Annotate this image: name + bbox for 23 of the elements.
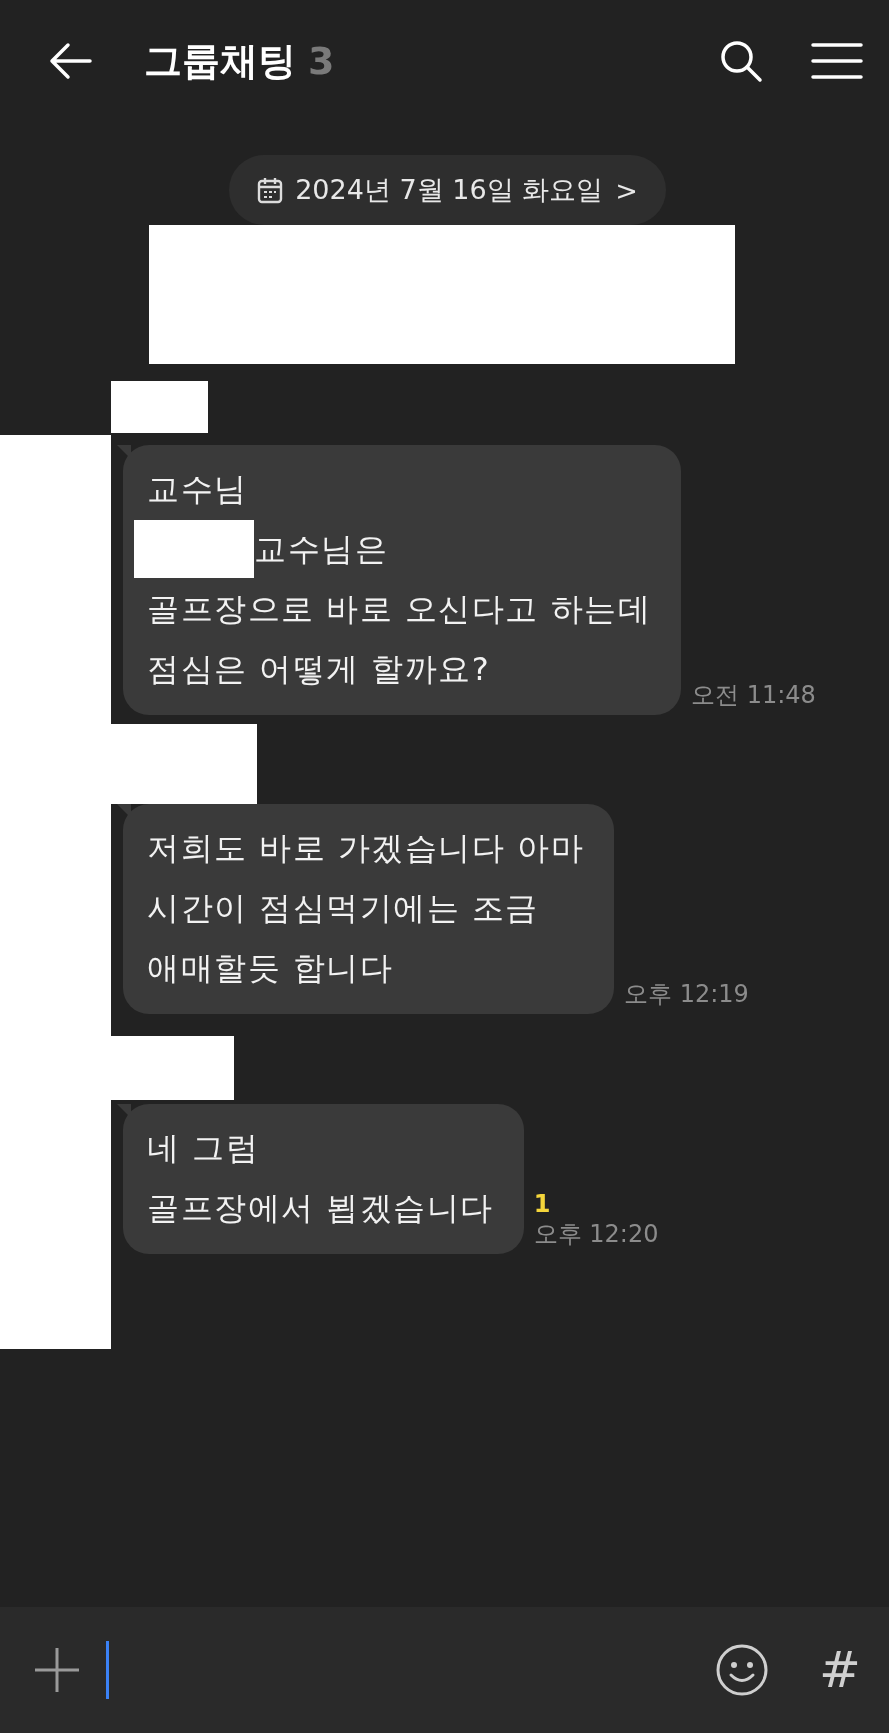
message-text: 애매할듯 합니다	[147, 948, 394, 989]
unread-count: 1	[533, 1190, 551, 1218]
message-time: 오후 12:20	[533, 1219, 659, 1250]
message-text: 골프장에서 뵙겠습니다	[147, 1188, 494, 1229]
message-text: 골프장으로 바로 오신다고 하는데	[147, 589, 651, 630]
hashtag-button[interactable]: #	[813, 1641, 867, 1699]
menu-icon	[811, 42, 863, 80]
message-text: 교수님은	[254, 529, 388, 570]
message-text: 네 그럼	[147, 1128, 260, 1169]
back-arrow-icon	[48, 41, 92, 81]
message-time: 오후 12:19	[624, 979, 749, 1010]
message-time: 오전 11:48	[691, 680, 816, 711]
message-text: 저희도 바로 가겠습니다 아마	[147, 828, 584, 869]
member-count: 3	[308, 39, 335, 83]
smiley-icon	[715, 1643, 770, 1697]
message-text: 교수님	[147, 469, 248, 510]
chat-title: 그룹채팅	[144, 37, 296, 85]
message-text: 점심은 어떻게 할까요?	[147, 649, 491, 690]
date-chip[interactable]: 2024년 7월 16일 화요일 >	[229, 155, 666, 225]
message-text: 시간이 점심먹기에는 조금	[147, 888, 539, 929]
plus-icon	[32, 1645, 82, 1695]
search-icon	[719, 39, 763, 83]
calendar-icon	[257, 176, 284, 204]
